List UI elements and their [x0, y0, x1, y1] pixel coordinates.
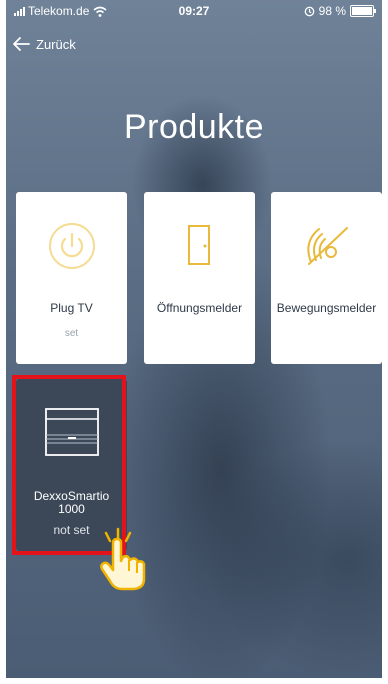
- gate-motor-icon: [16, 407, 127, 456]
- product-tile-bewegungsmelder[interactable]: Bewegungsmelder: [271, 192, 382, 364]
- status-bar: Telekom.de 09:27 98 %: [6, 0, 382, 22]
- product-name: DexxoSmartio 1000: [33, 489, 110, 516]
- back-label: Zurück: [36, 36, 76, 52]
- alarm-icon: [304, 6, 314, 16]
- product-tile-dexxosmartio[interactable]: DexxoSmartio 1000 not set: [16, 379, 127, 551]
- battery-icon: [350, 5, 376, 17]
- product-tile-oeffnungsmelder[interactable]: Öffnungsmelder: [144, 192, 255, 364]
- battery-percent: 98 %: [318, 4, 346, 18]
- power-icon: [16, 222, 127, 270]
- product-tile-plug-tv[interactable]: Plug TV set: [16, 192, 127, 364]
- door-icon: [144, 222, 255, 270]
- product-state: not set: [53, 523, 90, 537]
- motion-sensor-icon: [271, 222, 382, 270]
- back-button[interactable]: Zurück: [12, 36, 76, 52]
- product-name: Plug TV: [50, 301, 93, 315]
- product-state: set: [64, 328, 79, 339]
- app-screen: Telekom.de 09:27 98 % Zurück Produkte Pl…: [6, 0, 382, 678]
- arrow-left-icon: [13, 37, 30, 51]
- product-name: Bewegungsmelder: [276, 301, 377, 315]
- page-title: Produkte: [123, 108, 265, 146]
- status-right: 98 %: [304, 4, 376, 18]
- product-name: Öffnungsmelder: [156, 301, 243, 315]
